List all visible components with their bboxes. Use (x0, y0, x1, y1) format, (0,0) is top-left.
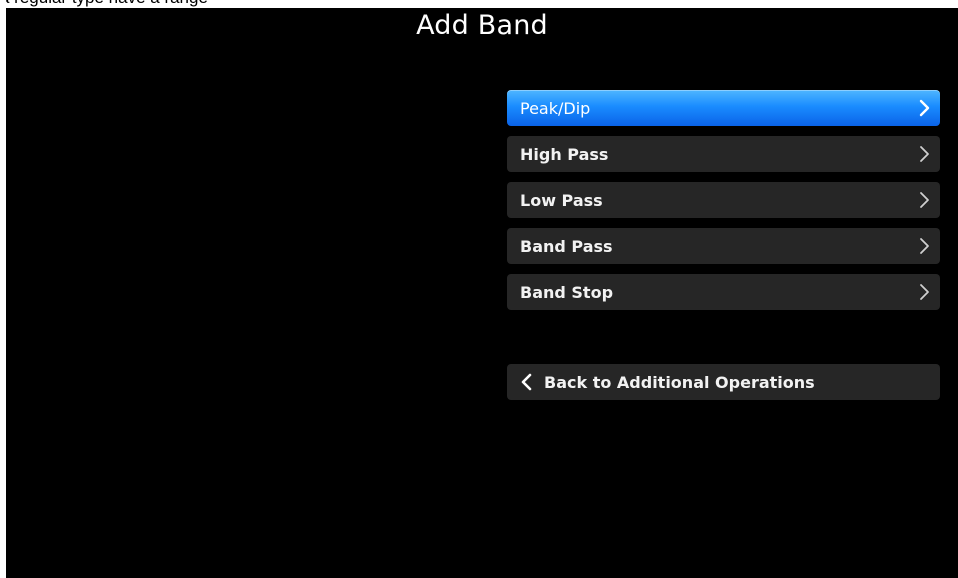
menu-item-band-pass[interactable]: Band Pass (507, 228, 940, 264)
back-button-label: Back to Additional Operations (544, 372, 815, 392)
menu-item-peak-dip[interactable]: Peak/Dip (507, 90, 940, 126)
chevron-right-icon (919, 99, 930, 117)
menu-item-label: Low Pass (520, 190, 603, 210)
menu-item-label: Band Pass (520, 236, 613, 256)
menu-item-label: Band Stop (520, 282, 614, 302)
chevron-left-icon (521, 373, 532, 391)
page-title: Add Band (416, 10, 548, 41)
add-band-screen: Add Band Peak/Dip High Pass Low Pass Ban… (6, 8, 958, 578)
chevron-right-icon (920, 284, 929, 300)
back-to-additional-operations-button[interactable]: Back to Additional Operations (507, 364, 940, 400)
menu-item-high-pass[interactable]: High Pass (507, 136, 940, 172)
top-cropped-strip: a regular type have a range (0, 0, 958, 8)
chevron-right-icon (920, 146, 929, 162)
menu-item-low-pass[interactable]: Low Pass (507, 182, 940, 218)
menu-item-band-stop[interactable]: Band Stop (507, 274, 940, 310)
menu-item-label: Peak/Dip (520, 98, 591, 118)
menu-item-label: High Pass (520, 144, 609, 164)
chevron-right-icon (920, 238, 929, 254)
cropped-heading-text: a regular type have a range (0, 0, 208, 8)
band-type-menu: Peak/Dip High Pass Low Pass Band Pass Ba… (507, 90, 940, 320)
chevron-right-icon (920, 192, 929, 208)
